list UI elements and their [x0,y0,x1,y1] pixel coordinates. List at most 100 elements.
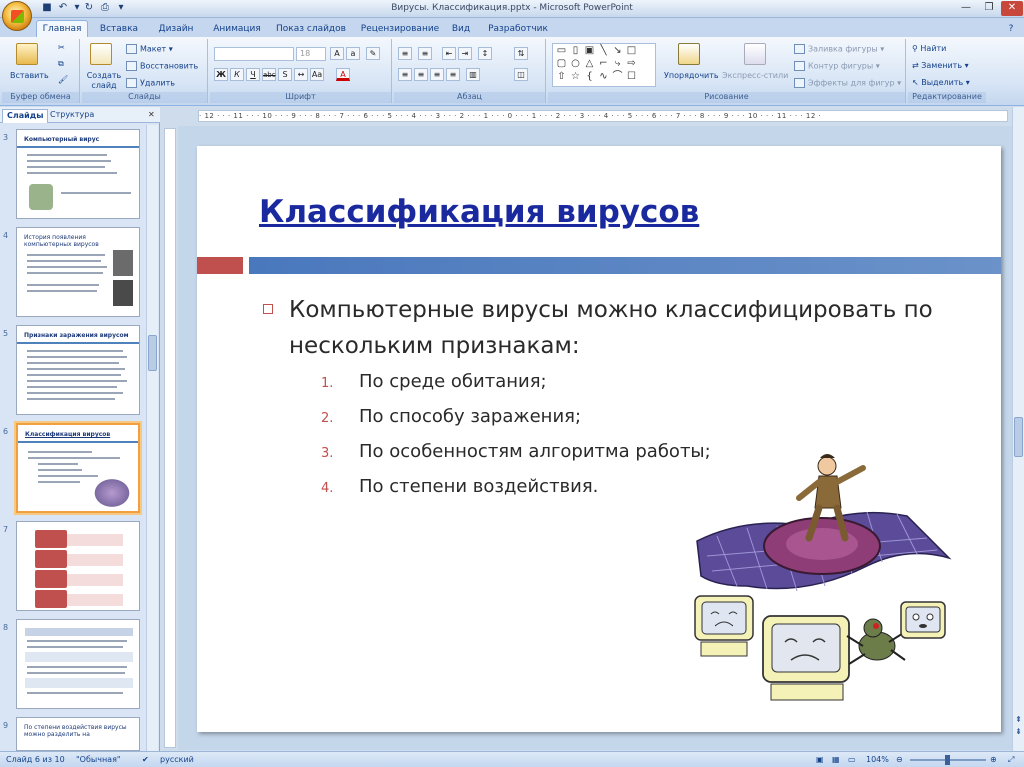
image-shape-icon[interactable]: ▣ [583,46,596,57]
shrink-font-icon[interactable]: a [346,47,360,60]
curve-shape-icon[interactable]: ∿ [597,72,610,83]
close-panel-icon[interactable]: ✕ [144,109,159,123]
up-arrow-shape-icon[interactable]: ⇧ [555,72,568,83]
rect-shape-icon[interactable]: □ [625,46,638,57]
select-button[interactable]: ↖ Выделить ▾ [912,78,970,87]
tab-home[interactable]: Главная [36,20,88,38]
tab-insert[interactable]: Вставка [96,21,142,38]
italic-button[interactable]: К [230,68,244,81]
fit-window-icon[interactable]: ⤢ [1008,755,1014,765]
text-direction-icon[interactable]: ⇅ [514,47,528,60]
cut-icon[interactable]: ✂ [58,43,65,52]
callout-shape-icon[interactable]: ☐ [625,72,638,83]
bent-arrow-shape-icon[interactable]: ⤷ [611,59,624,70]
tab-outline[interactable]: Структура [46,109,98,123]
zoom-out-icon[interactable]: ⊖ [896,755,903,764]
arrange-button[interactable]: Упорядочить [664,71,719,80]
shadow-icon[interactable]: S [278,68,292,81]
tab-review[interactable]: Рецензирование [358,21,442,38]
slide-thumbnail-8[interactable] [16,619,140,709]
shape-outline-button[interactable]: Контур фигуры ▾ [794,61,880,71]
list-item[interactable]: 1. По среде обитания; [321,371,547,392]
triangle-shape-icon[interactable]: △ [583,59,596,70]
sorter-view-icon[interactable]: ▦ [832,755,840,764]
oval-shape-icon[interactable]: ○ [569,59,582,70]
align-center-icon[interactable]: ≡ [414,68,428,81]
zoom-slider-thumb[interactable] [945,755,950,765]
normal-view-icon[interactable]: ▣ [816,755,824,764]
slide-thumbnail-6[interactable]: Классификация вирусов [16,423,140,513]
font-name-combo[interactable] [214,47,294,61]
connector-shape-icon[interactable]: ⌐ [597,59,610,70]
font-size-combo[interactable]: 18 [296,47,326,61]
rounded-rect-shape-icon[interactable]: ▢ [555,59,568,70]
layout-button[interactable]: Макет ▾ [126,44,173,54]
rectangle-shape-icon[interactable]: ▭ [555,46,568,57]
language[interactable]: русский [160,755,194,764]
slide-thumbnail-3[interactable]: Компьютерный вирус [16,129,140,219]
find-button[interactable]: ⚲ Найти [912,44,946,53]
slide-thumbnail-7[interactable] [16,521,140,611]
list-item[interactable]: 3. По особенностям алгоритма работы; [321,441,711,462]
bullets-icon[interactable]: ≡ [398,47,412,60]
minimize-icon[interactable]: — [955,1,977,16]
next-slide-icon[interactable]: ⇟ [1013,727,1024,737]
clear-format-icon[interactable]: ✎ [366,47,380,60]
paste-button[interactable]: Вставить [10,71,49,80]
bold-button[interactable]: Ж [214,68,228,81]
reset-button[interactable]: Восстановить [126,61,198,71]
delete-button[interactable]: Удалить [126,78,175,88]
new-slide-button[interactable]: Создать слайд [86,71,122,91]
format-painter-icon[interactable]: 🖌 [58,75,68,84]
shape-effects-button[interactable]: Эффекты для фигур ▾ [794,78,901,88]
bullet-text[interactable]: Компьютерные вирусы можно классифицирова… [289,292,969,364]
textbox-shape-icon[interactable]: ▯ [569,46,582,57]
close-icon[interactable]: ✕ [1001,1,1023,16]
tab-slides[interactable]: Слайды [2,109,49,123]
virus-cartoon-image[interactable] [687,446,957,706]
quick-styles-button[interactable]: Экспресс-стили [722,71,788,80]
smartart-icon[interactable]: ◫ [514,68,528,81]
grow-font-icon[interactable]: A [330,47,344,60]
panel-scroll-thumb[interactable] [148,335,157,371]
copy-icon[interactable]: ⧉ [58,59,64,69]
shapes-gallery[interactable]: ▭ ▯ ▣ ╲ ↘ □ ▢ ○ △ ⌐ ⤷ ⇨ ⇧ ☆ { ∿ ⌒ ☐ [552,43,656,87]
slide-scrollbar[interactable]: ⇞ ⇟ [1012,107,1024,751]
list-item[interactable]: 2. По способу заражения; [321,406,581,427]
freeform-shape-icon[interactable]: ⌒ [611,72,624,83]
align-right-icon[interactable]: ≡ [430,68,444,81]
prev-slide-icon[interactable]: ⇞ [1013,715,1024,725]
decrease-indent-icon[interactable]: ⇤ [442,47,456,60]
line-shape-icon[interactable]: ╲ [597,46,610,57]
strike-button[interactable]: abc [262,68,276,81]
line-spacing-icon[interactable]: ↕ [478,47,492,60]
tab-animation[interactable]: Анимация [210,21,264,38]
numbering-icon[interactable]: ≡ [418,47,432,60]
justify-icon[interactable]: ≡ [446,68,460,81]
slide-title[interactable]: Классификация вирусов [259,194,699,230]
list-item[interactable]: 4. По степени воздействия. [321,476,598,497]
help-icon[interactable]: ? [1004,21,1018,38]
office-button[interactable] [2,1,32,31]
increase-indent-icon[interactable]: ⇥ [458,47,472,60]
star-shape-icon[interactable]: ☆ [569,72,582,83]
zoom-in-icon[interactable]: ⊕ [990,755,997,764]
slideshow-view-icon[interactable]: ▭ [848,755,856,764]
tab-developer[interactable]: Разработчик [486,21,550,38]
tab-view[interactable]: Вид [450,21,472,38]
columns-icon[interactable]: ▥ [466,68,480,81]
zoom-level[interactable]: 104% [866,755,889,764]
slide-thumbnail-4[interactable]: История появления компьютерных вирусов [16,227,140,317]
underline-button[interactable]: Ч [246,68,260,81]
right-arrow-shape-icon[interactable]: ⇨ [625,59,638,70]
brace-shape-icon[interactable]: { [583,72,596,83]
arrow-shape-icon[interactable]: ↘ [611,46,624,57]
slide-thumbnail-5[interactable]: Признаки заражения вирусом [16,325,140,415]
slide-thumbnail-9[interactable]: По степени воздействия вирусы можно разд… [16,717,140,751]
font-color-icon[interactable]: A [336,68,350,81]
slide-scroll-thumb[interactable] [1014,417,1023,457]
maximize-icon[interactable]: ❐ [978,1,1000,16]
tab-slideshow[interactable]: Показ слайдов [274,21,348,38]
panel-scrollbar[interactable] [146,125,158,751]
spacing-icon[interactable]: ↔ [294,68,308,81]
